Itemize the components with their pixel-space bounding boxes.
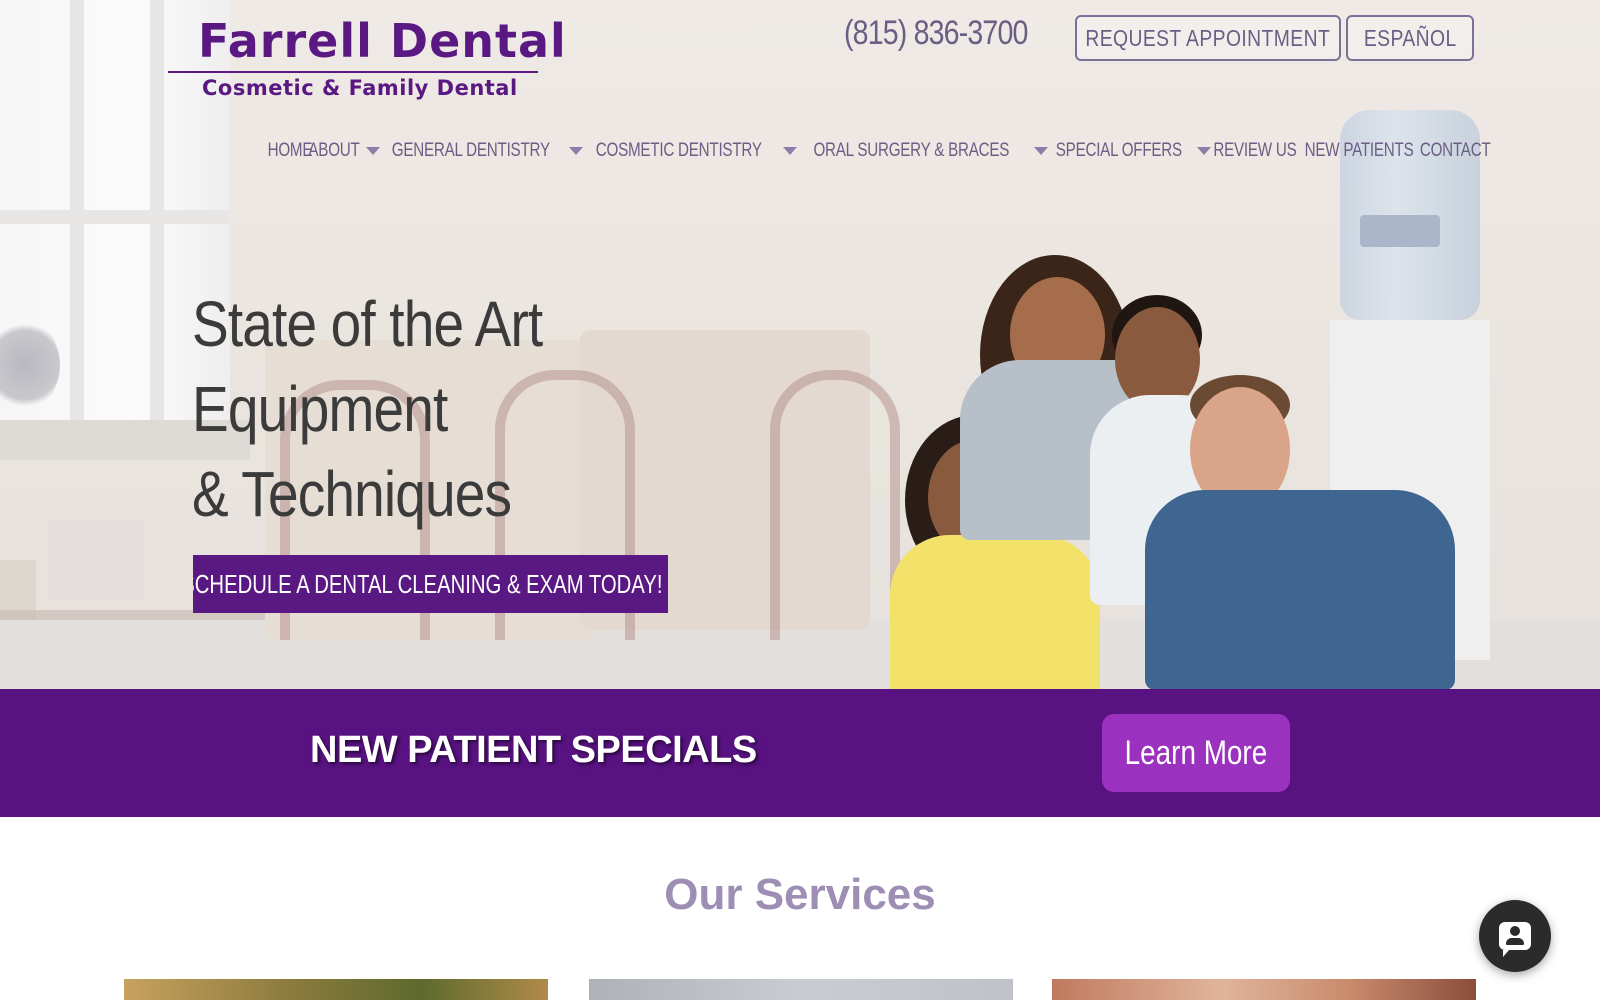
hero-heading-line: & Techniques	[192, 458, 512, 530]
phone-link[interactable]: (815) 836-3700	[844, 14, 1028, 53]
nav-item-home[interactable]: HOME	[267, 140, 313, 162]
learn-more-label: Learn More	[1124, 733, 1268, 772]
nav-item-label: COSMETIC DENTISTRY	[596, 140, 763, 161]
nav-item-new-patients[interactable]: NEW PATIENTS	[1299, 140, 1419, 162]
nav-item-general-dentistry[interactable]: GENERAL DENTISTRY	[380, 140, 584, 162]
nav-item-label: NEW PATIENTS	[1304, 140, 1414, 161]
logo-divider	[168, 71, 538, 73]
learn-more-button[interactable]: Learn More	[1102, 714, 1290, 792]
hero-heading: State of the Art Equipment & Techniques	[192, 282, 752, 537]
nav-item-special-offers[interactable]: SPECIAL OFFERS	[1048, 140, 1212, 162]
espanol-label: ESPAÑOL	[1363, 24, 1457, 51]
nav-item-about[interactable]: ABOUT	[308, 140, 380, 162]
nav-item-oral-surgery-braces[interactable]: ORAL SURGERY & BRACES	[797, 140, 1048, 162]
hero-heading-line: Equipment	[192, 373, 448, 445]
caret-down-icon	[569, 147, 584, 155]
nav-item-label: CONTACT	[1420, 140, 1491, 161]
chat-icon	[1499, 922, 1531, 957]
nav-item-label: GENERAL DENTISTRY	[391, 140, 550, 161]
nav-item-cosmetic-dentistry[interactable]: COSMETIC DENTISTRY	[583, 140, 797, 162]
site-logo[interactable]: Farrell Dental Cosmetic & Family Dental	[168, 10, 566, 110]
schedule-cleaning-label: SCHEDULE A DENTAL CLEANING & EXAM TODAY!…	[193, 568, 668, 599]
family-photo	[890, 255, 1480, 689]
nav-item-label: REVIEW US	[1213, 140, 1297, 161]
service-card-image[interactable]	[1052, 979, 1476, 1000]
service-card-image[interactable]	[124, 979, 548, 1000]
nav-item-label: ABOUT	[308, 140, 360, 161]
caret-down-icon	[782, 147, 797, 155]
logo-title: Farrell Dental	[198, 14, 567, 68]
nav-item-label: HOME	[267, 140, 313, 161]
hero-heading-line: State of the Art	[192, 288, 543, 360]
logo-subtitle: Cosmetic & Family Dental	[202, 76, 518, 100]
caret-down-icon	[1197, 147, 1212, 155]
caret-down-icon	[1033, 147, 1048, 155]
request-appointment-button[interactable]: REQUEST APPOINTMENT	[1075, 15, 1341, 61]
schedule-cleaning-button[interactable]: SCHEDULE A DENTAL CLEANING & EXAM TODAY!…	[193, 555, 668, 613]
nav-item-label: SPECIAL OFFERS	[1055, 140, 1182, 161]
nav-item-label: ORAL SURGERY & BRACES	[813, 140, 1010, 161]
banner-title: NEW PATIENT SPECIALS	[310, 729, 757, 771]
chat-button[interactable]	[1479, 900, 1551, 972]
nav-item-contact[interactable]: CONTACT	[1419, 140, 1491, 162]
page: Farrell Dental Cosmetic & Family Dental …	[0, 0, 1600, 1000]
espanol-button[interactable]: ESPAÑOL	[1346, 15, 1474, 61]
new-patient-specials-banner: NEW PATIENT SPECIALS Learn More	[0, 689, 1600, 817]
service-card-image[interactable]	[589, 979, 1013, 1000]
request-appointment-label: REQUEST APPOINTMENT	[1085, 24, 1331, 51]
services-title: Our Services	[664, 870, 936, 919]
nav-item-review-us[interactable]: REVIEW US	[1211, 140, 1299, 162]
main-nav: HOME ABOUT GENERAL DENTISTRY COSMETIC DE…	[267, 134, 1491, 168]
caret-down-icon	[365, 147, 380, 155]
